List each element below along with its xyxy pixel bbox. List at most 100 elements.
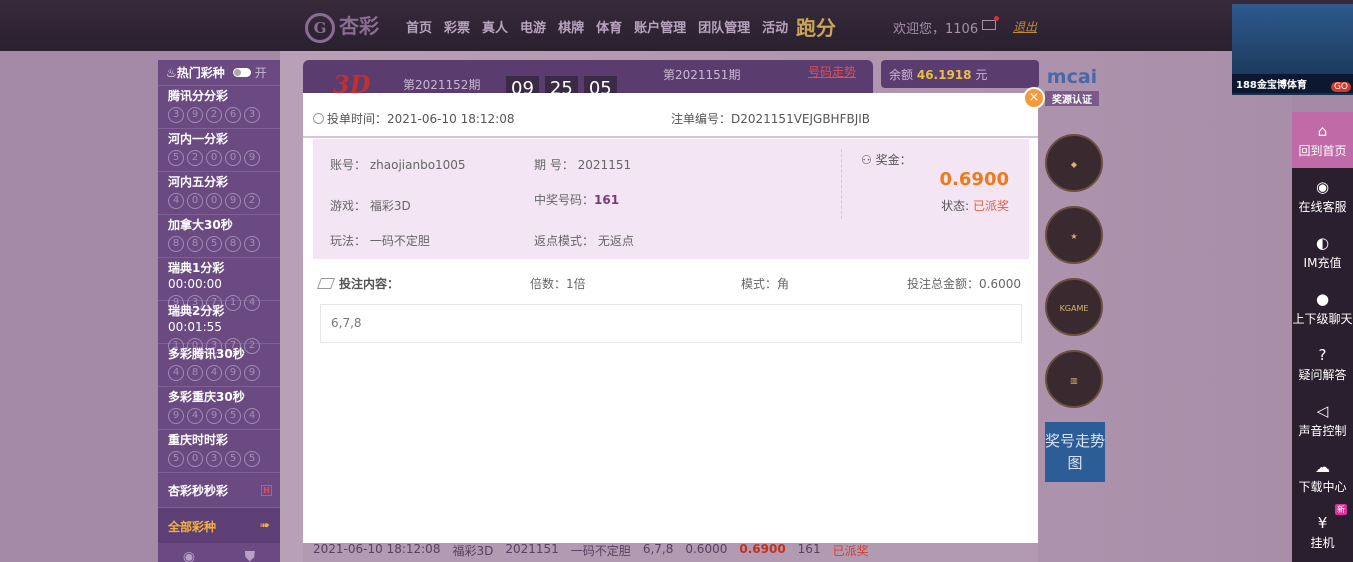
nav-sports[interactable]: 体育: [596, 17, 622, 36]
sidebar-title: 热门彩种: [176, 66, 225, 80]
result-ball: 2: [187, 150, 203, 166]
result-ball: 9: [244, 365, 260, 381]
lottery-name: 河内一分彩: [168, 132, 229, 146]
period-field: 期 号： 2021151: [534, 158, 632, 172]
toolbar-label: 回到首页: [1298, 144, 1347, 158]
sidebar-item-lottery[interactable]: 重庆时时彩 5 0 3 5 5: [158, 430, 280, 473]
nav-home[interactable]: 首页: [406, 17, 432, 36]
bet-detail-modal: 投单时间：2021-06-10 18:12:08 注单编号：D2021151VE…: [303, 93, 1038, 543]
nav-cards[interactable]: 棋牌: [558, 17, 584, 36]
trend-chart-button[interactable]: 奖号走势图: [1045, 422, 1105, 482]
lottery-name: 重庆时时彩: [168, 433, 229, 447]
trend-link[interactable]: 号码走势: [808, 66, 856, 78]
result-ball: 5: [168, 150, 184, 166]
nav-lottery[interactable]: 彩票: [444, 17, 470, 36]
row-play: 一码不定胆: [570, 544, 631, 558]
sidebar-item-lottery[interactable]: 瑞典1分彩00:00:00 9 3 7 1 4: [158, 258, 280, 311]
chart-badge-icon[interactable]: ▥: [1045, 350, 1103, 408]
ad-go-button[interactable]: GO: [1330, 82, 1351, 92]
sidebar-toggle[interactable]: [232, 68, 251, 77]
bet-record-row[interactable]: 2021-06-10 18:12:08 福彩3D 2021151 一码不定胆 6…: [303, 540, 1038, 562]
help-icon: ?: [1318, 346, 1327, 364]
account-field: 账号： zhaojianbo1005: [330, 158, 466, 172]
nav-team[interactable]: 团队管理: [698, 17, 750, 36]
site-logo[interactable]: G 杏彩: [305, 10, 379, 43]
sidebar-item-lottery[interactable]: 多彩腾讯30秒 4 8 4 9 9: [158, 344, 280, 387]
result-ball: 9: [225, 193, 241, 209]
toolbar-item[interactable]: ◉ 在线客服: [1292, 168, 1353, 224]
agent-badge-icon[interactable]: ★: [1045, 206, 1103, 264]
row-winning: 161: [797, 542, 821, 556]
nav-account[interactable]: 账户管理: [634, 17, 686, 36]
sidebar-item-lottery[interactable]: 河内一分彩 5 2 0 0 9: [158, 129, 280, 172]
toolbar-label: 下载中心: [1298, 480, 1347, 494]
download-icon: ☁: [1315, 458, 1330, 476]
sidebar-item-lottery[interactable]: 加拿大30秒 8 8 5 8 3: [158, 215, 280, 258]
nav-activity[interactable]: 活动: [762, 17, 788, 36]
sidebar-item-lottery[interactable]: 多彩重庆30秒 9 4 9 5 4: [158, 387, 280, 430]
bet-info-panel: 账号： zhaojianbo1005 期 号： 2021151 游戏： 福彩3D…: [313, 139, 1029, 259]
sidebar-item-lottery[interactable]: 瑞典2分彩00:01:55 1 0 3 7 2: [158, 301, 280, 354]
mail-icon[interactable]: [982, 16, 999, 30]
ad-banner[interactable]: 188金宝博体育 GO: [1232, 4, 1353, 95]
im-icon: ◐: [1315, 234, 1330, 252]
paofen-link[interactable]: 跑分: [796, 12, 836, 41]
result-ball: 9: [187, 107, 203, 123]
result-ball: 4: [168, 193, 184, 209]
hot-badge: H: [261, 485, 272, 496]
result-balls: 52009: [168, 150, 270, 166]
result-ball: 6: [225, 107, 241, 123]
toolbar-item[interactable]: ◁ 声音控制: [1292, 392, 1353, 448]
result-ball: 0: [206, 150, 222, 166]
arrow-right-icon: ➠: [259, 518, 270, 532]
nav-slots[interactable]: 电游: [520, 17, 546, 36]
prize-value: 0.6900: [939, 169, 1009, 190]
all-lottery-button[interactable]: 全部彩种 ➠: [158, 508, 280, 543]
auth-label: 奖源认证: [1045, 91, 1099, 106]
result-ball: 0: [187, 193, 203, 209]
eye-icon[interactable]: ◉: [183, 549, 195, 562]
toolbar-item[interactable]: ◐ IM充值: [1292, 224, 1353, 280]
hot-lottery-sidebar: ♨ 热门彩种 开 腾讯分分彩 3 9 2 6 3 河内一分彩 5 2 0 0 9 河内五分彩 4 0 0 9 2 加…: [158, 60, 280, 562]
info-divider: [841, 149, 842, 219]
sidebar-item-flash[interactable]: 杏彩秒秒彩 H: [158, 473, 280, 508]
result-ball: 4: [206, 365, 222, 381]
mcai-logo[interactable]: mcai 奖源认证: [1045, 66, 1099, 120]
modal-header: 投单时间：2021-06-10 18:12:08 注单编号：D2021151VE…: [303, 93, 1038, 138]
kgame-badge-icon[interactable]: KGAME: [1045, 278, 1103, 336]
multiple-field: 倍数：1倍: [530, 277, 586, 291]
new-badge: 新: [1335, 504, 1347, 515]
toolbar-item[interactable]: ⌂ 回到首页: [1292, 112, 1353, 168]
bet-content-header: 投注内容： 倍数：1倍 模式：角 投注总金额：0.6000: [313, 273, 1029, 293]
row-status: 已派奖: [832, 544, 869, 558]
support-icon: ◉: [1315, 178, 1330, 196]
sidebar-item-lottery[interactable]: 腾讯分分彩 3 9 2 6 3: [158, 86, 280, 129]
sidebar-item-lottery[interactable]: 河内五分彩 4 0 0 9 2: [158, 172, 280, 215]
logout-link[interactable]: 退出: [1013, 18, 1037, 35]
row-game: 福彩3D: [452, 544, 494, 558]
result-ball: 2: [206, 107, 222, 123]
toolbar-item[interactable]: ☁ 下载中心: [1292, 448, 1353, 504]
logo-mark-icon: G: [305, 12, 335, 43]
lottery-time: 00:01:55: [168, 320, 222, 334]
toolbar-item[interactable]: ● 上下级聊天: [1292, 280, 1353, 336]
balance-unit: 元: [975, 68, 988, 82]
total-amount-field: 投注总金额：0.6000: [907, 277, 1021, 291]
diamond-badge-icon[interactable]: ◆: [1045, 134, 1103, 192]
shield-icon[interactable]: ⛊: [245, 549, 256, 562]
toolbar-item[interactable]: ¥ 挂机 新: [1292, 504, 1353, 560]
lottery-name: 瑞典1分彩00:00:00: [168, 261, 225, 291]
sidebar-bottom: ◉ ⛊: [158, 543, 280, 562]
result-ball: 8: [225, 236, 241, 252]
nav-live[interactable]: 真人: [482, 17, 508, 36]
result-ball: 5: [225, 451, 241, 467]
right-toolbar: ⌂ 回到首页 ◉ 在线客服 ◐ IM充值 ● 上下级聊天? 疑问解答 ◁ 声音控制 ☁ 下载中心 ¥ 挂机 新: [1292, 112, 1353, 562]
welcome-text: 欢迎您，1106: [893, 22, 979, 37]
row-amount: 0.6000: [685, 542, 728, 556]
toolbar-item[interactable]: ? 疑问解答: [1292, 336, 1353, 392]
row-content: 6,7,8: [642, 542, 674, 556]
mode-field: 模式：角: [741, 277, 790, 291]
close-modal-button[interactable]: ×: [1023, 87, 1045, 109]
gift-icon: ⚇: [861, 153, 872, 167]
clock-icon: [313, 113, 324, 124]
